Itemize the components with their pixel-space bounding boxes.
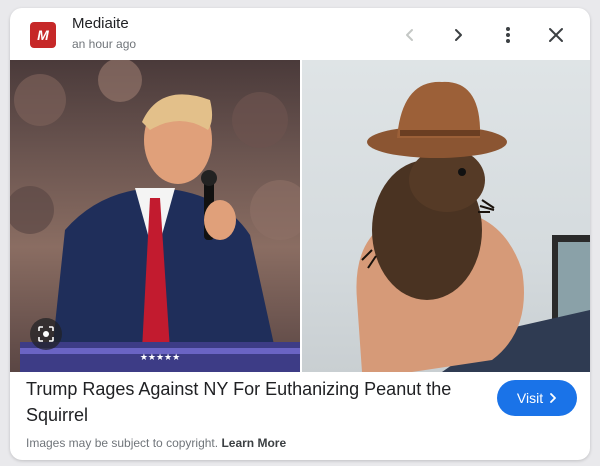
close-button[interactable] bbox=[540, 19, 572, 51]
next-button[interactable] bbox=[442, 19, 474, 51]
chevron-right-icon bbox=[550, 393, 556, 403]
preview-image[interactable]: ★★★★★ bbox=[10, 60, 590, 372]
svg-text:★★★★★: ★★★★★ bbox=[140, 353, 180, 363]
copyright-text: Images may be subject to copyright. bbox=[26, 436, 219, 450]
lens-button[interactable] bbox=[30, 318, 62, 350]
source-name[interactable]: Mediaite bbox=[72, 15, 129, 32]
visit-button[interactable]: Visit bbox=[497, 380, 577, 416]
squirrel-photo bbox=[302, 60, 590, 372]
close-icon bbox=[549, 28, 563, 42]
article-title[interactable]: Trump Rages Against NY For Euthanizing P… bbox=[26, 376, 486, 428]
published-time: an hour ago bbox=[72, 37, 137, 51]
mediaite-logo[interactable]: M bbox=[30, 22, 56, 48]
visit-label: Visit bbox=[516, 390, 544, 406]
logo-letter: M bbox=[37, 27, 49, 43]
lens-icon bbox=[38, 326, 54, 342]
card-header: M Mediaite an hour ago bbox=[10, 8, 590, 60]
image-preview-card: M Mediaite an hour ago ★★★★★ Trump Rages… bbox=[10, 8, 590, 460]
previous-button[interactable] bbox=[394, 19, 426, 51]
chevron-left-icon bbox=[406, 29, 413, 41]
speaker-photo: ★★★★★ bbox=[10, 60, 300, 372]
more-vert-icon bbox=[506, 27, 510, 43]
chevron-right-icon bbox=[455, 29, 462, 41]
learn-more-link[interactable]: Learn More bbox=[221, 436, 286, 450]
more-options-button[interactable] bbox=[492, 19, 524, 51]
copyright-note: Images may be subject to copyright. Lear… bbox=[26, 436, 286, 450]
